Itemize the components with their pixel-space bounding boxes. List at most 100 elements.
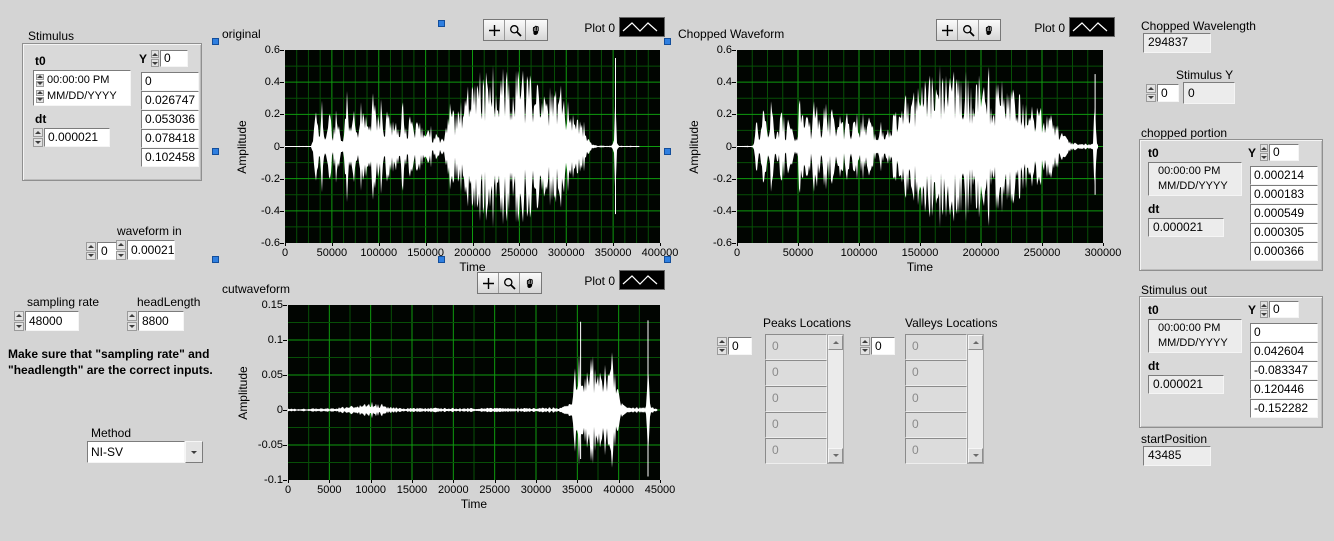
increment-decrement[interactable] bbox=[33, 128, 43, 147]
index-spinner[interactable] bbox=[1260, 301, 1268, 318]
original-graph[interactable]: 0.60.40.20-0.2-0.4-0.6050000100000150000… bbox=[218, 39, 670, 271]
t0-time[interactable]: 00:00:00 PM bbox=[47, 73, 109, 88]
dt-value[interactable]: 0.000021 bbox=[44, 128, 110, 147]
array-element[interactable]: 0.102458 bbox=[141, 148, 199, 167]
y-index-value[interactable]: 0 bbox=[160, 50, 188, 67]
scroll-track[interactable] bbox=[968, 350, 983, 448]
plot-legend-icon[interactable] bbox=[619, 270, 665, 290]
crosshair-icon bbox=[488, 24, 501, 37]
y-index-control[interactable]: 0 bbox=[151, 50, 188, 67]
selection-handle[interactable] bbox=[212, 148, 219, 155]
increment-decrement[interactable] bbox=[127, 311, 137, 331]
cursor-tool-button[interactable] bbox=[484, 20, 505, 40]
selection-handle[interactable] bbox=[438, 256, 445, 263]
stimulus-out-label: Stimulus out bbox=[1141, 283, 1207, 297]
start-position-value: 43485 bbox=[1143, 446, 1211, 466]
index-spinner[interactable] bbox=[1260, 144, 1268, 161]
pan-tool-button[interactable] bbox=[979, 20, 1000, 40]
y-tick-mark bbox=[732, 179, 736, 180]
cutwaveform-graph[interactable]: 0.150.10.050-0.05-0.10500010000150002000… bbox=[218, 292, 670, 538]
index-spinner[interactable] bbox=[151, 50, 159, 67]
magnifier-icon bbox=[509, 24, 522, 37]
x-tick-label: 0 bbox=[260, 246, 310, 260]
t0-indicator: 00:00:00 PM MM/DD/YYYY bbox=[1148, 319, 1242, 353]
index-spinner[interactable] bbox=[717, 337, 727, 355]
scroll-down-button[interactable] bbox=[968, 448, 983, 463]
headlength-control[interactable]: 8800 bbox=[127, 311, 184, 331]
waveform-in-label: waveform in bbox=[117, 224, 182, 238]
y-label: Y bbox=[139, 52, 147, 66]
scroll-track[interactable] bbox=[828, 350, 843, 448]
array-element[interactable]: 0 bbox=[141, 72, 199, 91]
y-index-control[interactable]: 0 bbox=[1260, 144, 1299, 161]
selection-handle[interactable] bbox=[664, 148, 671, 155]
index-spinner[interactable] bbox=[1146, 84, 1156, 102]
method-value[interactable]: NI-SV bbox=[87, 441, 185, 463]
scroll-up-button[interactable] bbox=[828, 335, 843, 350]
t0-date[interactable]: MM/DD/YYYY bbox=[47, 89, 117, 104]
index-spinner[interactable] bbox=[86, 242, 96, 260]
index-spinner[interactable] bbox=[860, 337, 870, 355]
selection-handle[interactable] bbox=[438, 20, 445, 27]
method-dropdown[interactable]: NI-SV bbox=[87, 441, 203, 463]
dropdown-arrow-button[interactable] bbox=[185, 441, 203, 463]
increment-decrement[interactable] bbox=[116, 240, 126, 260]
cursor-tool-button[interactable] bbox=[478, 273, 499, 293]
stimulus-y-index-control[interactable]: 0 bbox=[1146, 84, 1179, 102]
t0-label: t0 bbox=[1148, 146, 1159, 160]
scroll-down-button[interactable] bbox=[828, 448, 843, 463]
pan-tool-button[interactable] bbox=[526, 20, 547, 40]
selection-handle[interactable] bbox=[664, 256, 671, 263]
t0-label: t0 bbox=[1148, 303, 1159, 317]
valleys-scrollbar[interactable] bbox=[967, 334, 984, 464]
plot-legend-icon[interactable] bbox=[1069, 17, 1115, 37]
sampling-rate-control[interactable]: 48000 bbox=[14, 311, 79, 331]
note-line-2: "headlength" are the correct inputs. bbox=[8, 363, 213, 377]
waveform-in-value[interactable]: 0.000213 bbox=[127, 240, 175, 260]
peaks-index-value[interactable]: 0 bbox=[728, 337, 752, 355]
headlength-value[interactable]: 8800 bbox=[138, 311, 184, 331]
y-index-control[interactable]: 0 bbox=[1260, 301, 1299, 318]
scroll-up-button[interactable] bbox=[968, 335, 983, 350]
date-spinner[interactable] bbox=[36, 90, 44, 103]
peaks-scrollbar[interactable] bbox=[827, 334, 844, 464]
increment-decrement[interactable] bbox=[14, 311, 24, 331]
dt-control[interactable]: 0.000021 bbox=[33, 128, 110, 147]
cursor-tool-button[interactable] bbox=[937, 20, 958, 40]
stimulus-y-index-value[interactable]: 0 bbox=[1157, 84, 1179, 102]
x-tick-mark bbox=[412, 480, 413, 483]
zoom-tool-button[interactable] bbox=[505, 20, 526, 40]
peaks-array-element: 0 bbox=[765, 360, 827, 386]
pan-tool-button[interactable] bbox=[520, 273, 541, 293]
stimulus-label: Stimulus bbox=[28, 29, 74, 43]
selection-handle[interactable] bbox=[664, 38, 671, 45]
y-tick-mark bbox=[283, 480, 287, 481]
array-element[interactable]: 0.078418 bbox=[141, 129, 199, 148]
selection-handle[interactable] bbox=[212, 256, 219, 263]
peaks-index-control[interactable]: 0 bbox=[717, 337, 752, 355]
headlength-label: headLength bbox=[137, 295, 200, 309]
zoom-tool-button[interactable] bbox=[958, 20, 979, 40]
y-tick-mark bbox=[283, 410, 287, 411]
array-element[interactable]: 0.053036 bbox=[141, 110, 199, 129]
plot-legend-icon[interactable] bbox=[619, 17, 665, 37]
sampling-rate-value[interactable]: 48000 bbox=[25, 311, 79, 331]
y-tick-mark bbox=[732, 114, 736, 115]
x-axis-label: Time bbox=[288, 497, 660, 511]
t0-control[interactable]: 00:00:00 PM MM/DD/YYYY bbox=[33, 70, 131, 106]
waveform-in-index[interactable]: 0 bbox=[86, 242, 117, 260]
waveform-in-index-value[interactable]: 0 bbox=[97, 242, 117, 260]
zoom-tool-button[interactable] bbox=[499, 273, 520, 293]
selection-handle[interactable] bbox=[212, 38, 219, 45]
hand-icon bbox=[983, 24, 996, 37]
chopped-waveform-graph[interactable]: 0.60.40.20-0.2-0.4-0.6050000100000150000… bbox=[672, 39, 1124, 271]
y-index-value[interactable]: 0 bbox=[1269, 144, 1299, 161]
y-index-value[interactable]: 0 bbox=[1269, 301, 1299, 318]
method-label: Method bbox=[91, 426, 131, 440]
waveform-in-control[interactable]: 0.000213 bbox=[116, 240, 175, 260]
array-element[interactable]: 0.026747 bbox=[141, 91, 199, 110]
valleys-index-control[interactable]: 0 bbox=[860, 337, 895, 355]
valleys-index-value[interactable]: 0 bbox=[871, 337, 895, 355]
time-spinner[interactable] bbox=[36, 74, 44, 87]
y-tick-mark bbox=[280, 50, 284, 51]
